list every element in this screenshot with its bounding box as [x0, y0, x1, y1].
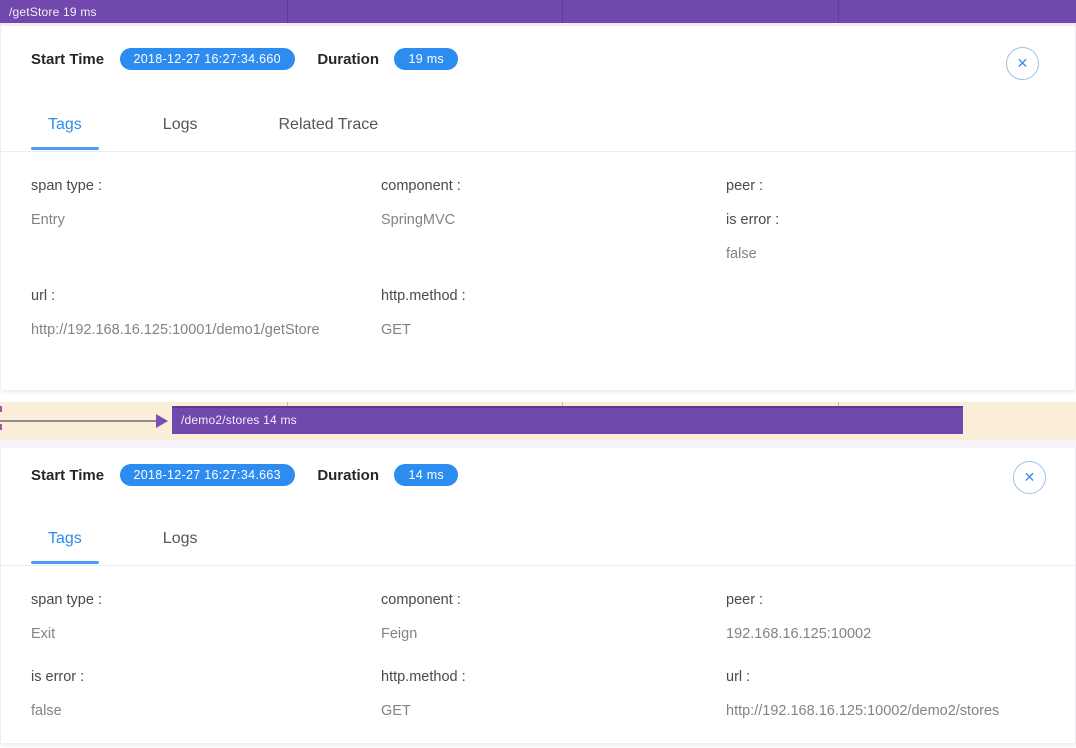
field-label: url : [726, 660, 1045, 694]
field-label: peer : [726, 169, 1045, 203]
span-link-arrow-line [0, 420, 157, 422]
field-label: is error : [726, 203, 1045, 237]
field-value: false [31, 694, 381, 728]
field-peer: peer : 192.168.16.125:10002 [726, 583, 1045, 651]
field-url: url : http://192.168.16.125:10001/demo1/… [31, 279, 381, 347]
start-time-label: Start Time [31, 467, 104, 484]
tab-bar: Tags Logs Related Trace [1, 100, 1075, 152]
span-link-arrow-head [156, 414, 168, 428]
field-label: is error : [31, 660, 381, 694]
field-value: Exit [31, 617, 381, 651]
duration-label: Duration [317, 51, 379, 68]
start-time-label: Start Time [31, 51, 104, 68]
field-label: span type : [31, 583, 381, 617]
field-value: GET [381, 694, 726, 728]
field-label: peer : [726, 583, 1045, 617]
tab-bar: Tags Logs [1, 514, 1075, 566]
field-value: http://192.168.16.125:10001/demo1/getSto… [31, 313, 381, 347]
tags-content: span type : Exit component : Feign peer … [1, 566, 1075, 748]
duration-label: Duration [317, 467, 379, 484]
field-value: Feign [381, 617, 726, 651]
field-is-error: is error : false [31, 660, 381, 728]
close-icon[interactable]: ✕ [1013, 461, 1046, 494]
trace-timeline-band: /demo2/stores 14 ms [0, 402, 1076, 440]
section-gap [0, 390, 1076, 402]
span-detail-header: Start Time 2018-12-27 16:27:34.660 Durat… [1, 26, 1075, 100]
timeline-gridline [562, 0, 563, 23]
field-label: http.method : [381, 279, 726, 313]
field-label: component : [381, 583, 726, 617]
span-detail-panel-bottom: Start Time 2018-12-27 16:27:34.663 Durat… [0, 448, 1076, 743]
field-peer-and-is-error: peer : is error : false [726, 169, 1045, 271]
start-time-badge: 2018-12-27 16:27:34.663 [120, 464, 295, 486]
field-url: url : http://192.168.16.125:10002/demo2/… [726, 660, 1045, 728]
field-value: SpringMVC [381, 203, 726, 237]
empty-cell [726, 279, 1045, 347]
parent-span-edge-mark [0, 406, 2, 412]
field-label: http.method : [381, 660, 726, 694]
tags-content: span type : Entry component : SpringMVC … [1, 152, 1075, 371]
field-value: GET [381, 313, 726, 347]
field-span-type: span type : Entry [31, 169, 381, 271]
field-label: url : [31, 279, 381, 313]
span-detail-header: Start Time 2018-12-27 16:27:34.663 Durat… [1, 448, 1075, 514]
band-bottom-strip [0, 440, 1076, 448]
close-icon[interactable]: ✕ [1006, 47, 1039, 80]
timeline-gridline [287, 0, 288, 23]
field-value: false [726, 237, 1045, 271]
field-value: Entry [31, 203, 381, 237]
field-value: http://192.168.16.125:10002/demo2/stores [726, 694, 1045, 728]
tab-tags[interactable]: Tags [31, 514, 99, 566]
parent-span-edge-mark [0, 424, 2, 430]
field-value: 192.168.16.125:10002 [726, 617, 1045, 651]
field-label: component : [381, 169, 726, 203]
span-bar-label: /getStore 19 ms [9, 5, 97, 19]
field-http-method: http.method : GET [381, 279, 726, 347]
duration-badge: 14 ms [394, 464, 458, 486]
field-http-method: http.method : GET [381, 660, 726, 728]
field-component: component : SpringMVC [381, 169, 726, 271]
start-time-badge: 2018-12-27 16:27:34.660 [120, 48, 295, 70]
timeline-gridline [838, 0, 839, 23]
field-span-type: span type : Exit [31, 583, 381, 651]
span-detail-panel-top: Start Time 2018-12-27 16:27:34.660 Durat… [0, 26, 1076, 390]
duration-badge: 19 ms [394, 48, 458, 70]
span-bar-label: /demo2/stores 14 ms [181, 413, 297, 427]
tab-logs[interactable]: Logs [146, 514, 215, 566]
trace-span-bar-getstore[interactable]: /getStore 19 ms [0, 0, 1076, 26]
tab-tags[interactable]: Tags [31, 100, 99, 152]
tab-logs[interactable]: Logs [146, 100, 215, 152]
tab-related-trace[interactable]: Related Trace [262, 100, 396, 152]
field-label: span type : [31, 169, 381, 203]
trace-span-bar-demo2-stores[interactable]: /demo2/stores 14 ms [172, 406, 963, 434]
field-component: component : Feign [381, 583, 726, 651]
